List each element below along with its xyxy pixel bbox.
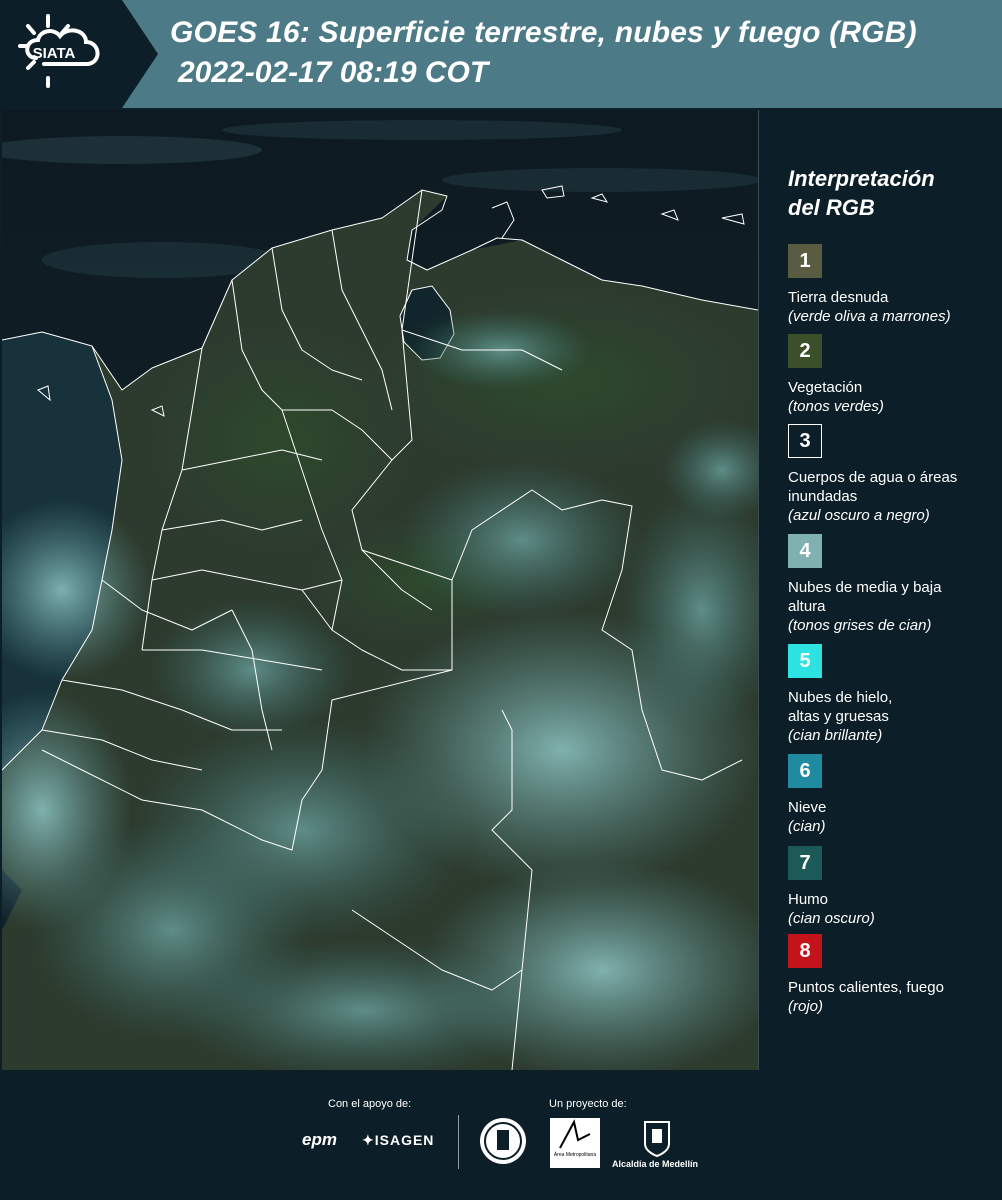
page-title: GOES 16: Superficie terrestre, nubes y f…	[170, 16, 917, 49]
legend-item-description: (verde oliva a marrones)	[788, 308, 951, 325]
legend-item-cuerpos-de-agua: 3 Cuerpos de agua o áreas inundadas (azu…	[788, 424, 1002, 525]
legend-swatch: 4	[788, 534, 822, 568]
legend-item-nieve: 6 Nieve (cian)	[788, 754, 1002, 836]
legend-title-line2: del RGB	[788, 195, 875, 220]
alcaldia-de-medellin-logo: Alcaldía de Medellín	[612, 1159, 699, 1169]
legend-item-description: (cian brillante)	[788, 727, 883, 744]
legend-item-label: Puntos calientes, fuego	[788, 979, 944, 996]
page-timestamp: 2022-02-17 08:19 COT	[178, 56, 489, 89]
legend-item-label: Nieve	[788, 799, 827, 816]
area-metropolitana-icon	[559, 1119, 591, 1149]
medellin-seal-icon	[480, 1118, 526, 1164]
legend-title: Interpretación del RGB	[788, 164, 988, 222]
legend-item-humo: 7 Humo (cian oscuro)	[788, 846, 1002, 928]
legend-swatch: 8	[788, 934, 822, 968]
alcaldia-shield-icon	[644, 1121, 670, 1158]
siata-logo: SIATA	[18, 14, 100, 88]
legend-item-label: Cuerpos de agua o áreas inundadas	[788, 469, 958, 505]
legend-item-label: Humo	[788, 891, 829, 908]
footer-divider	[458, 1115, 459, 1169]
satellite-image	[2, 110, 758, 1070]
isagen-logo: ✦ISAGEN	[362, 1132, 434, 1149]
rgb-legend: Interpretación del RGB 1 Tierra desnuda …	[760, 108, 1002, 1070]
legend-item-description: (cian oscuro)	[788, 910, 875, 927]
isagen-star-icon: ✦	[362, 1132, 375, 1148]
legend-item-nubes-media-baja: 4 Nubes de media y baja altura (tonos gr…	[788, 534, 1002, 635]
legend-item-label: Nubes de hielo, altas y gruesas	[788, 689, 893, 725]
legend-item-description: (cian)	[788, 818, 826, 835]
legend-item-vegetacion: 2 Vegetación (tonos verdes)	[788, 334, 1002, 416]
area-metropolitana-text: Área Metropolitana	[553, 1152, 597, 1158]
legend-swatch: 3	[788, 424, 822, 458]
legend-swatch: 2	[788, 334, 822, 368]
legend-item-label: Nubes de media y baja altura	[788, 579, 942, 615]
legend-item-description: (azul oscuro a negro)	[788, 507, 930, 524]
legend-item-description: (rojo)	[788, 998, 824, 1015]
legend-swatch: 7	[788, 846, 822, 880]
satellite-map	[2, 110, 759, 1070]
siata-logo-text: SIATA	[33, 45, 76, 62]
legend-item-description: (tonos grises de cian)	[788, 617, 932, 634]
header: SIATA GOES 16: Superficie terrestre, nub…	[0, 0, 1002, 108]
area-metropolitana-logo: Área Metropolitana	[550, 1118, 600, 1168]
project-caption: Un proyecto de:	[549, 1098, 627, 1110]
legend-swatch: 1	[788, 244, 822, 278]
epm-logo: epm	[302, 1130, 337, 1149]
isagen-logo-text: ISAGEN	[374, 1132, 435, 1148]
legend-item-tierra-desnuda: 1 Tierra desnuda (verde oliva a marrones…	[788, 244, 1002, 326]
legend-item-nubes-hielo: 5 Nubes de hielo, altas y gruesas (cian …	[788, 644, 1002, 745]
legend-item-label: Tierra desnuda	[788, 289, 889, 306]
legend-swatch: 6	[788, 754, 822, 788]
legend-item-puntos-calientes: 8 Puntos calientes, fuego (rojo)	[788, 934, 1002, 1016]
legend-title-line1: Interpretación	[788, 166, 935, 191]
legend-swatch: 5	[788, 644, 822, 678]
legend-item-label: Vegetación	[788, 379, 863, 396]
support-caption: Con el apoyo de:	[328, 1098, 412, 1110]
legend-item-description: (tonos verdes)	[788, 398, 884, 415]
footer: Con el apoyo de: Un proyecto de: epm ✦IS…	[0, 1070, 1002, 1200]
